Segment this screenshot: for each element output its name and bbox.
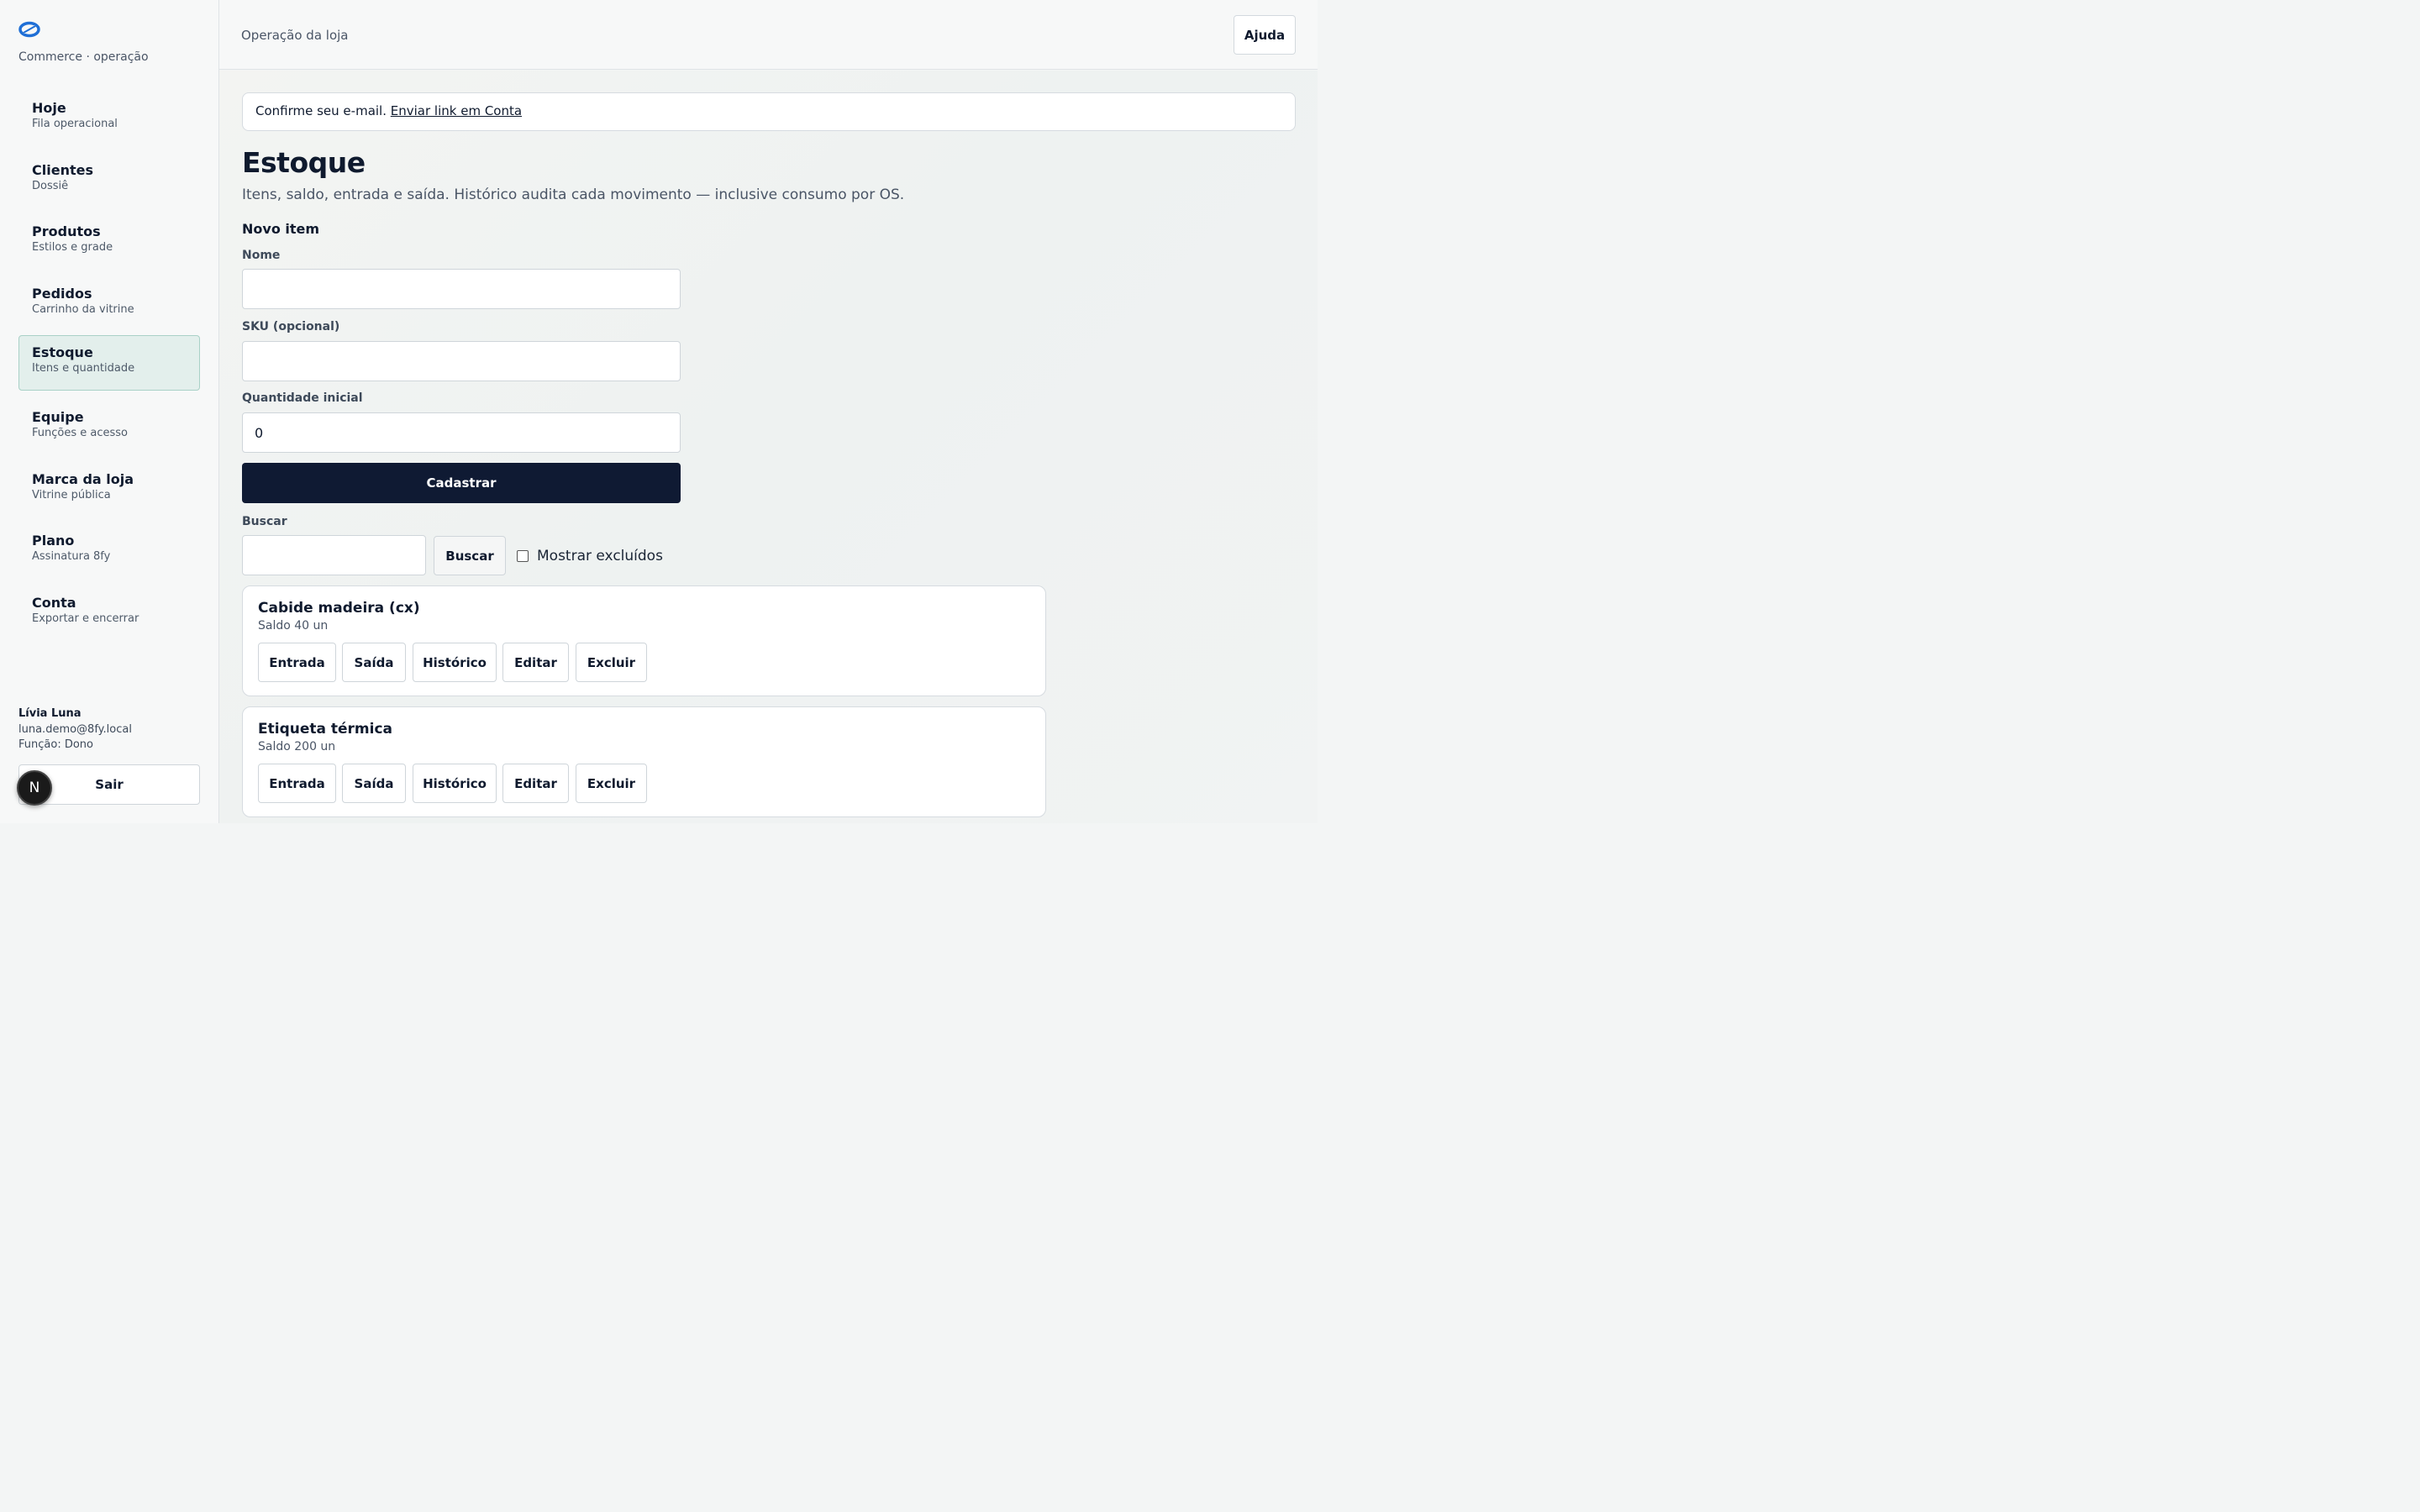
sidebar-item-title: Produtos: [32, 223, 101, 239]
sidebar-item-subtitle: Fila operacional: [32, 118, 118, 130]
user-name: Lívia Luna: [18, 707, 82, 720]
exit-button[interactable]: Saída: [342, 764, 406, 803]
sku-label: SKU (opcional): [242, 320, 340, 333]
register-button[interactable]: Cadastrar: [242, 463, 681, 503]
entry-button[interactable]: Entrada: [258, 643, 336, 682]
user-email: luna.demo@8fy.local: [18, 723, 132, 736]
sidebar-item-subtitle: Itens e quantidade: [32, 362, 135, 375]
sidebar-item-conta[interactable]: Conta Exportar e encerrar: [18, 585, 200, 641]
sidebar-item-subtitle: Estilos e grade: [32, 241, 113, 254]
search-button[interactable]: Buscar: [434, 536, 506, 575]
brand-logo-icon: [18, 21, 40, 38]
name-label: Nome: [242, 249, 281, 262]
send-link-account-link[interactable]: Enviar link em Conta: [391, 103, 522, 118]
alert-text: Confirme seu e-mail.: [255, 103, 387, 118]
sidebar-item-subtitle: Dossiê: [32, 180, 69, 192]
sidebar-item-title: Marca da loja: [32, 471, 134, 487]
quantity-label: Quantidade inicial: [242, 391, 363, 405]
user-role: Função: Dono: [18, 738, 93, 751]
sidebar-item-equipe[interactable]: Equipe Funções e acesso: [18, 400, 200, 455]
sidebar-item-produtos[interactable]: Produtos Estilos e grade: [18, 214, 200, 270]
main-content: Confirme seu e-mail. Enviar link em Cont…: [219, 71, 1318, 823]
sidebar: Commerce · operação Hoje Fila operaciona…: [0, 0, 219, 823]
exit-button[interactable]: Saída: [342, 643, 406, 682]
sidebar-item-marca[interactable]: Marca da loja Vitrine pública: [18, 462, 200, 517]
sidebar-item-title: Equipe: [32, 409, 84, 425]
history-button[interactable]: Histórico: [413, 643, 497, 682]
sidebar-item-subtitle: Funções e acesso: [32, 427, 128, 439]
sidebar-item-hoje[interactable]: Hoje Fila operacional: [18, 91, 200, 146]
edit-button[interactable]: Editar: [502, 764, 569, 803]
name-input[interactable]: [242, 269, 681, 309]
sidebar-item-subtitle: Assinatura 8fy: [32, 550, 111, 563]
stock-item-card: Cabide madeira (cx) Saldo 40 un Entrada …: [242, 585, 1046, 696]
sidebar-item-title: Estoque: [32, 344, 93, 360]
sidebar-item-title: Pedidos: [32, 286, 92, 302]
email-confirm-alert: Confirme seu e-mail. Enviar link em Cont…: [242, 92, 1296, 131]
brand-tagline: Commerce · operação: [18, 50, 149, 64]
stock-item-card: Etiqueta térmica Saldo 200 un Entrada Sa…: [242, 706, 1046, 817]
delete-button[interactable]: Excluir: [576, 643, 647, 682]
sidebar-item-plano[interactable]: Plano Assinatura 8fy: [18, 523, 200, 579]
edit-button[interactable]: Editar: [502, 643, 569, 682]
sidebar-item-subtitle: Carrinho da vitrine: [32, 303, 134, 316]
app-root: Commerce · operação Hoje Fila operaciona…: [0, 0, 1318, 823]
dev-badge-icon[interactable]: N: [17, 770, 52, 806]
search-label: Buscar: [242, 515, 287, 528]
entry-button[interactable]: Entrada: [258, 764, 336, 803]
sku-input[interactable]: [242, 341, 681, 381]
sidebar-item-title: Plano: [32, 533, 75, 549]
show-deleted-checkbox[interactable]: [517, 550, 529, 562]
help-button[interactable]: Ajuda: [1234, 15, 1296, 55]
search-input[interactable]: [242, 535, 426, 575]
sidebar-item-subtitle: Exportar e encerrar: [32, 612, 139, 625]
item-name: Etiqueta térmica: [258, 721, 393, 738]
new-item-section-title: Novo item: [242, 221, 320, 237]
sidebar-item-title: Clientes: [32, 162, 93, 178]
sidebar-item-title: Conta: [32, 595, 76, 611]
sidebar-item-pedidos[interactable]: Pedidos Carrinho da vitrine: [18, 276, 200, 332]
delete-button[interactable]: Excluir: [576, 764, 647, 803]
sidebar-item-clientes[interactable]: Clientes Dossiê: [18, 153, 200, 208]
history-button[interactable]: Histórico: [413, 764, 497, 803]
sidebar-item-estoque[interactable]: Estoque Itens e quantidade: [18, 335, 200, 391]
item-name: Cabide madeira (cx): [258, 600, 420, 617]
item-balance: Saldo 200 un: [258, 740, 336, 753]
page-subtitle: Itens, saldo, entrada e saída. Histórico…: [242, 186, 905, 203]
topbar-title: Operação da loja: [241, 28, 349, 43]
show-deleted-label[interactable]: Mostrar excluídos: [537, 548, 663, 564]
sidebar-item-title: Hoje: [32, 100, 66, 116]
quantity-input[interactable]: [242, 412, 681, 453]
sidebar-item-subtitle: Vitrine pública: [32, 489, 111, 501]
item-balance: Saldo 40 un: [258, 619, 329, 633]
topbar: Operação da loja Ajuda: [219, 0, 1318, 70]
page-title: Estoque: [242, 146, 366, 179]
